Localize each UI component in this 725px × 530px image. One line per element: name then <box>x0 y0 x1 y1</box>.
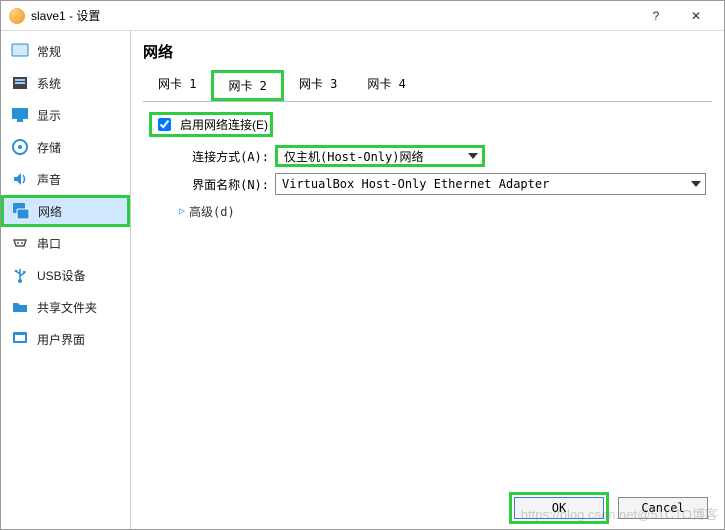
window-body: 常规 系统 显示 存储 声音 网络 <box>1 31 724 529</box>
sidebar-item-label: 常规 <box>37 43 61 60</box>
interface-name-combo[interactable]: VirtualBox Host-Only Ethernet Adapter <box>275 173 706 195</box>
sidebar-item-label: 显示 <box>37 107 61 124</box>
help-button[interactable]: ? <box>636 1 676 31</box>
enable-network-row[interactable]: 启用网络连接(E) <box>149 112 273 137</box>
ok-button[interactable]: OK <box>514 497 604 519</box>
advanced-toggle[interactable]: ▷ 高级(d) <box>149 203 706 220</box>
attached-to-label: 连接方式(A): <box>173 148 269 165</box>
settings-window: slave1 - 设置 ? ✕ 常规 系统 显示 存储 声音 <box>0 0 725 530</box>
sidebar-item-audio[interactable]: 声音 <box>1 163 130 195</box>
general-icon <box>11 42 29 60</box>
sidebar-item-label: 声音 <box>37 171 61 188</box>
sidebar-item-usb[interactable]: USB设备 <box>1 259 130 291</box>
system-icon <box>11 74 29 92</box>
display-icon <box>11 106 29 124</box>
sidebar-item-serial[interactable]: 串口 <box>1 227 130 259</box>
app-icon <box>9 8 25 24</box>
sidebar-item-ui[interactable]: 用户界面 <box>1 323 130 355</box>
triangle-right-icon: ▷ <box>179 206 185 217</box>
sidebar: 常规 系统 显示 存储 声音 网络 <box>1 31 131 529</box>
sidebar-item-label: 存储 <box>37 139 61 156</box>
audio-icon <box>11 170 29 188</box>
interface-name-label: 界面名称(N): <box>173 176 269 193</box>
attached-to-row: 连接方式(A): 仅主机(Host-Only)网络 <box>149 145 706 167</box>
sidebar-item-label: USB设备 <box>37 267 86 284</box>
sidebar-item-network[interactable]: 网络 <box>1 195 130 227</box>
interface-name-row: 界面名称(N): VirtualBox Host-Only Ethernet A… <box>149 173 706 195</box>
adapter-tabs: 网卡 1 网卡 2 网卡 3 网卡 4 <box>143 70 712 102</box>
attached-to-combo[interactable]: 仅主机(Host-Only)网络 <box>275 145 485 167</box>
enable-network-label: 启用网络连接(E) <box>180 116 268 133</box>
ui-icon <box>11 330 29 348</box>
sidebar-item-label: 网络 <box>38 203 62 220</box>
sidebar-item-system[interactable]: 系统 <box>1 67 130 99</box>
chevron-down-icon <box>691 181 701 187</box>
network-icon <box>12 202 30 220</box>
sidebar-item-label: 用户界面 <box>37 331 85 348</box>
cancel-button[interactable]: Cancel <box>618 497 708 519</box>
enable-network-checkbox[interactable] <box>158 118 171 131</box>
serial-icon <box>11 234 29 252</box>
attached-to-value: 仅主机(Host-Only)网络 <box>284 148 423 165</box>
chevron-down-icon <box>468 153 478 159</box>
page-title: 网络 <box>143 41 712 62</box>
folder-icon <box>11 298 29 316</box>
main-panel: 网络 网卡 1 网卡 2 网卡 3 网卡 4 启用网络连接(E) 连接方式(A)… <box>131 31 724 529</box>
tab-adapter4[interactable]: 网卡 4 <box>352 70 420 101</box>
tab-adapter3[interactable]: 网卡 3 <box>284 70 352 101</box>
tab-adapter1[interactable]: 网卡 1 <box>143 70 211 101</box>
close-button[interactable]: ✕ <box>676 1 716 31</box>
tab-adapter2[interactable]: 网卡 2 <box>211 70 283 101</box>
sidebar-item-label: 系统 <box>37 75 61 92</box>
sidebar-item-general[interactable]: 常规 <box>1 35 130 67</box>
dialog-buttons: OK Cancel <box>514 497 708 519</box>
sidebar-item-shared[interactable]: 共享文件夹 <box>1 291 130 323</box>
advanced-label: 高级(d) <box>189 203 235 220</box>
window-title: slave1 - 设置 <box>31 7 636 24</box>
tab-content: 启用网络连接(E) 连接方式(A): 仅主机(Host-Only)网络 界面名称… <box>143 102 712 529</box>
interface-name-value: VirtualBox Host-Only Ethernet Adapter <box>282 177 549 191</box>
sidebar-item-label: 共享文件夹 <box>37 299 97 316</box>
sidebar-item-label: 串口 <box>37 235 61 252</box>
usb-icon <box>11 266 29 284</box>
storage-icon <box>11 138 29 156</box>
titlebar: slave1 - 设置 ? ✕ <box>1 1 724 31</box>
sidebar-item-display[interactable]: 显示 <box>1 99 130 131</box>
sidebar-item-storage[interactable]: 存储 <box>1 131 130 163</box>
